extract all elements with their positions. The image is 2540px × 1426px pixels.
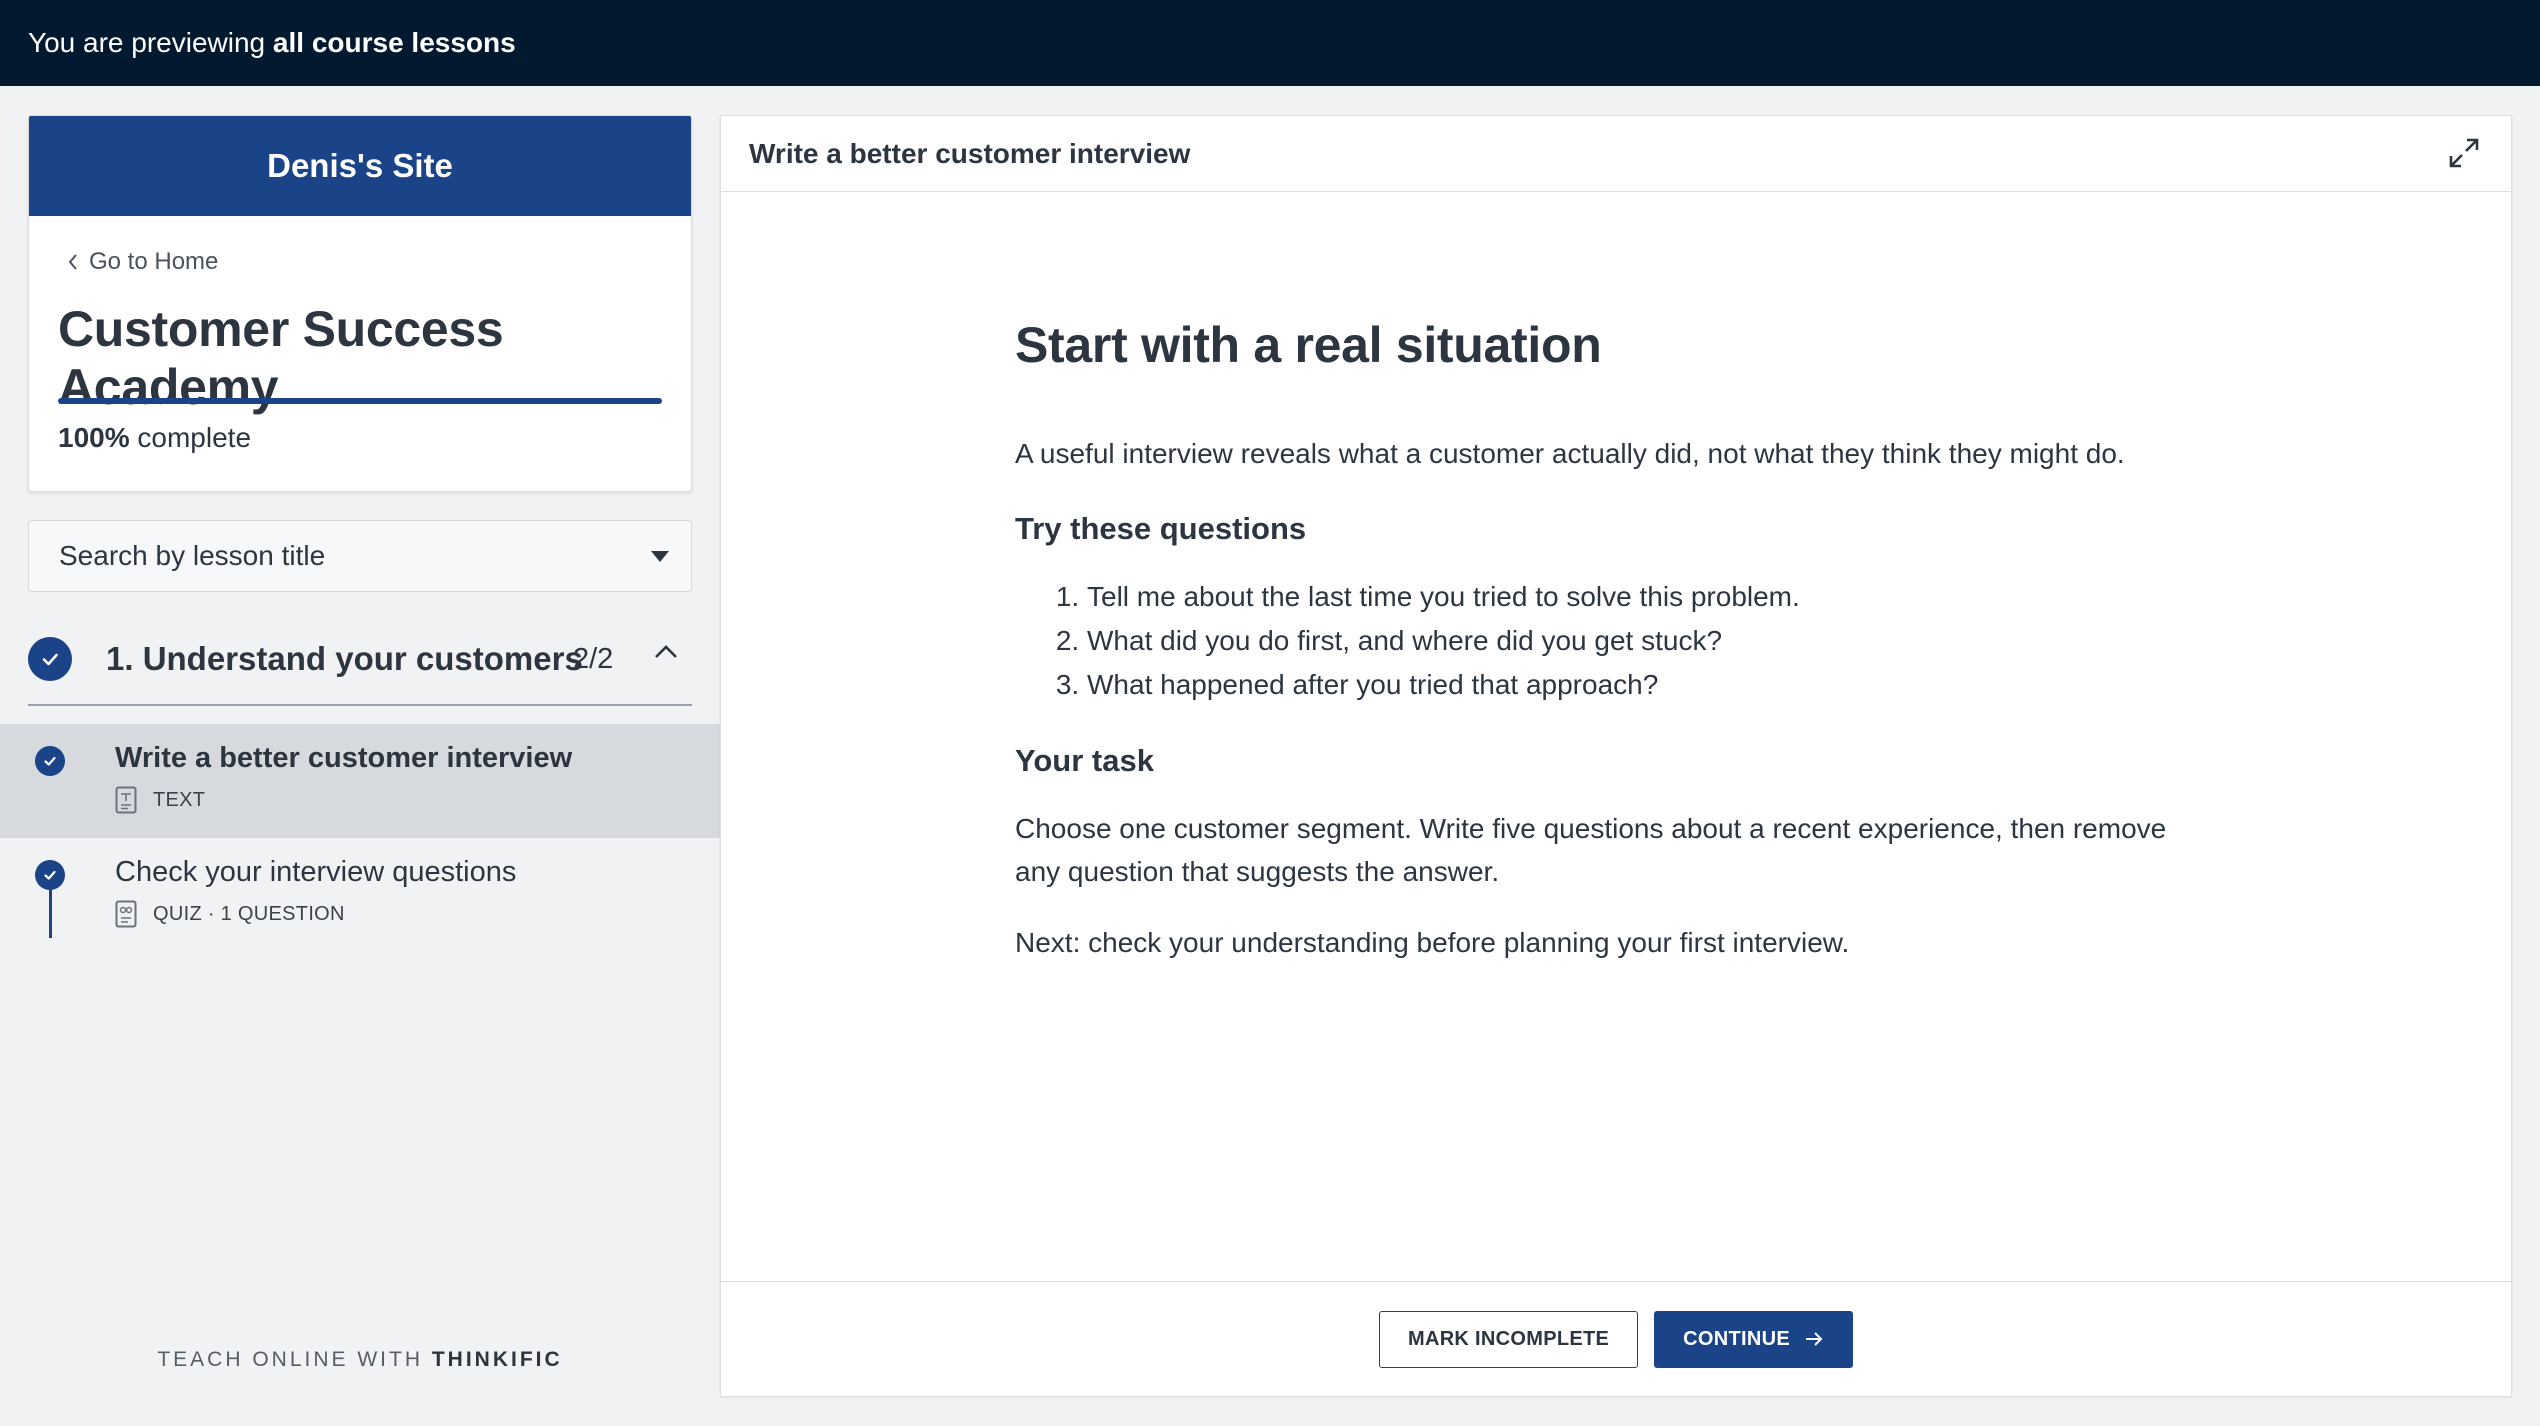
preview-banner: You are previewing all course lessons [0,0,2540,86]
lesson-header: Write a better customer interview [721,116,2511,192]
lesson-search-dropdown[interactable]: Search by lesson title [28,520,692,592]
lesson-title: Write a better customer interview [115,742,573,774]
lesson-item-write-interview[interactable]: Write a better customer interview TEXT [0,724,720,838]
lesson-content-panel: Write a better customer interview Start … [720,115,2512,1397]
task-text: Choose one customer segment. Write five … [1015,813,2167,887]
lesson-item-check-questions[interactable]: Check your interview questions QUIZ · 1 … [0,838,720,952]
course-card: Denis's Site Go to Home Customer Success… [28,115,692,492]
check-circle-icon [35,746,65,776]
continue-button[interactable]: CONTINUE [1654,1310,1853,1368]
check-circle-icon [35,860,65,890]
continue-label: CONTINUE [1683,1327,1790,1350]
lesson-meta: TEXT [115,786,205,814]
lesson-search-placeholder: Search by lesson title [59,540,326,571]
preview-banner-prefix: You are previewing [28,27,266,58]
thinkific-footer-link[interactable]: TEACH ONLINE WITH THINKIFIC [0,1348,720,1372]
mark-incomplete-label: MARK INCOMPLETE [1407,1327,1610,1350]
arrow-right-icon [1806,1332,1823,1346]
chevron-left-icon [68,254,77,270]
lesson-body: Start with a real situation A useful int… [1015,316,2215,964]
list-item: Tell me about the last time you tried to… [1087,575,2215,619]
next-text: Next: check your understanding before pl… [1015,927,1850,958]
preview-banner-emphasis: all course lessons [272,27,516,58]
progress-bar [58,398,662,404]
mark-incomplete-button[interactable]: MARK INCOMPLETE [1378,1310,1639,1368]
check-circle-icon [28,637,72,681]
lesson-title: Check your interview questions [115,856,517,888]
text-document-icon [115,786,137,814]
task-heading: Your task [1015,743,1154,778]
progress-label: 100% complete [58,422,251,454]
list-item: What happened after you tried that appro… [1087,663,2215,707]
lesson-intro: A useful interview reveals what a custom… [1015,438,2125,469]
lesson-header-title: Write a better customer interview [749,137,1191,169]
expand-icon[interactable] [2447,136,2481,170]
list-item: What did you do first, and where did you… [1087,619,2215,663]
lesson-type: QUIZ · 1 QUESTION [153,902,345,925]
chapter-title: 1. Understand your customers [106,640,583,677]
questions-heading: Try these questions [1015,511,1307,546]
go-home-label: Go to Home [89,248,219,275]
caret-down-icon [651,551,669,562]
go-home-link[interactable]: Go to Home [67,248,218,276]
quiz-icon [115,900,137,928]
questions-list: Tell me about the last time you tried to… [1015,575,2215,707]
sidebar: Denis's Site Go to Home Customer Success… [0,86,720,1426]
lesson-footer: MARK INCOMPLETE CONTINUE [721,1281,2511,1396]
site-name[interactable]: Denis's Site [29,116,691,216]
footer-prefix: TEACH ONLINE WITH [157,1348,423,1371]
lesson-type: TEXT [153,788,206,811]
progress-bar-fill [58,398,662,404]
chapter-header[interactable]: 1. Understand your customers 2/2 [28,614,692,706]
chapter-count: 2/2 [573,642,614,675]
progress-suffix: complete [137,422,252,453]
progress-percent: 100% [58,422,130,453]
lesson-heading: Start with a real situation [1015,317,1602,373]
footer-brand: THINKIFIC [431,1348,563,1371]
lesson-meta: QUIZ · 1 QUESTION [115,900,345,928]
chevron-up-icon[interactable] [653,644,679,660]
